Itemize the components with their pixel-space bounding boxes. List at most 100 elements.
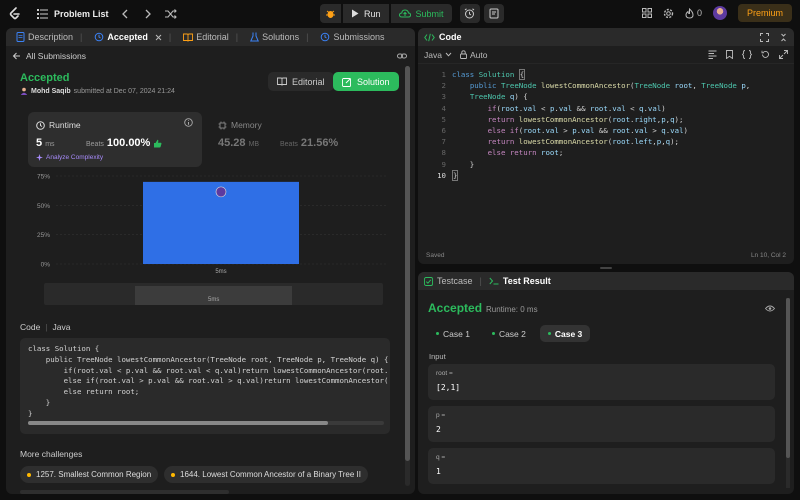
chart-range-slider[interactable]: 5ms (44, 283, 383, 305)
tab-editorial[interactable]: Editorial | (179, 28, 242, 46)
result-runtime: Runtime: 0 ms (486, 305, 538, 314)
document-icon (16, 32, 25, 42)
submit-button[interactable]: Submit (390, 4, 452, 23)
line-number: 1 (441, 70, 446, 79)
eye-icon[interactable] (765, 305, 775, 312)
test-panel-scrollbar[interactable] (786, 298, 790, 488)
left-tab-bar: Description | Accepted | Editorial | Sol… (6, 28, 415, 46)
tab-divider: | (80, 32, 83, 42)
code-editor[interactable]: 1 2 3 4 5 6 7 8 9 10 class Solution { public Tree… (418, 69, 794, 229)
run-button[interactable]: Run (343, 4, 389, 23)
user-avatar[interactable] (712, 6, 727, 20)
tab-submissions[interactable]: Submissions (316, 28, 388, 46)
y-tick-label: 25% (37, 232, 50, 239)
code-section-label: Code | Java (20, 322, 71, 332)
link-icon[interactable] (397, 52, 407, 60)
case-tab-3[interactable]: Case 3 (539, 325, 591, 342)
grid-layout-icon[interactable] (641, 8, 652, 18)
user-marker-avatar (215, 186, 227, 198)
braces-icon[interactable] (742, 50, 752, 59)
timer-button[interactable] (459, 4, 480, 23)
fire-icon (685, 7, 694, 19)
editor-status-bar: Saved Ln 10, Col 2 (418, 252, 794, 264)
tab-label: Submissions (333, 32, 385, 42)
note-icon (489, 8, 499, 19)
code-panel-title: Code (439, 32, 462, 42)
checkbox-icon (424, 276, 433, 286)
analyze-complexity-link[interactable]: Analyze Complexity (36, 154, 103, 161)
tab-testcase[interactable]: Testcase (424, 276, 473, 286)
runtime-beats: Beats 100.00% (86, 137, 162, 149)
runtime-card[interactable]: Runtime 5 ms Beats 100.00% Analyze Comple… (28, 112, 202, 167)
debug-button[interactable] (320, 4, 341, 23)
close-icon[interactable] (155, 34, 162, 41)
submitted-time: submitted at Dec 07, 2024 21:24 (73, 87, 175, 95)
left-vertical-scrollbar[interactable] (405, 66, 410, 486)
panel-resize-handle[interactable] (600, 267, 612, 269)
test-result-panel: Testcase | Test Result Accepted Runtime:… (418, 272, 794, 494)
chip-icon (218, 121, 227, 130)
premium-button[interactable]: Premium (737, 4, 792, 22)
author-name[interactable]: Mohd Saqib (31, 88, 71, 95)
problem-list-button[interactable]: Problem List (37, 8, 109, 19)
pass-dot (491, 332, 495, 335)
tab-label: Editorial (196, 32, 229, 42)
tab-description[interactable]: Description | (12, 28, 86, 46)
gear-icon[interactable] (663, 8, 674, 19)
submission-meta: Mohd Saqib submitted at Dec 07, 2024 21:… (20, 87, 175, 95)
code-horizontal-scrollbar[interactable] (28, 421, 384, 425)
auto-mode-toggle[interactable]: Auto (460, 50, 487, 60)
input-q[interactable]: q = 1 (428, 448, 775, 484)
tab-accepted[interactable]: Accepted | (90, 28, 175, 46)
line-number: 6 (441, 126, 446, 136)
submitted-code-block[interactable]: class Solution { public TreeNode lowestC… (20, 338, 390, 434)
alarm-clock-icon (464, 8, 475, 19)
line-number: 10 (437, 170, 446, 180)
editor-toolbar: Java Auto (418, 46, 794, 64)
solution-button[interactable]: Solution (333, 72, 399, 91)
difficulty-dot (171, 472, 175, 477)
bookmark-icon[interactable] (726, 50, 733, 59)
y-tick-label: 0% (41, 262, 51, 269)
maximize-icon[interactable] (760, 32, 769, 42)
case-tab-1[interactable]: Case 1 (428, 325, 478, 342)
runtime-value: 5 ms (36, 137, 55, 149)
clock-icon (320, 32, 330, 42)
y-tick-label: 75% (37, 174, 50, 181)
input-label: Input (429, 352, 446, 361)
fullscreen-icon[interactable] (779, 50, 788, 59)
tab-solutions[interactable]: Solutions | (246, 28, 312, 46)
list-icon (37, 8, 48, 19)
all-submissions-label: All Submissions (26, 51, 86, 61)
memory-card[interactable]: Memory 45.28 MB Beats 21.56% (210, 112, 390, 167)
case-tab-2[interactable]: Case 2 (484, 325, 534, 342)
tab-test-result[interactable]: Test Result (489, 276, 551, 286)
collapse-icon[interactable] (779, 33, 788, 42)
reset-icon[interactable] (761, 50, 770, 59)
chevron-left-icon[interactable] (118, 7, 132, 21)
input-p[interactable]: p = 2 (428, 406, 775, 442)
info-icon[interactable] (184, 118, 193, 127)
horizontal-scrollbar[interactable] (20, 490, 229, 494)
format-icon[interactable] (708, 50, 717, 59)
save-status: Saved (426, 252, 445, 259)
line-number: 5 (441, 114, 446, 124)
language-select[interactable]: Java (424, 50, 452, 60)
streak-counter[interactable]: 0 (685, 7, 702, 19)
line-number: 4 (441, 103, 446, 113)
notes-button[interactable] (483, 4, 504, 23)
line-number: 8 (441, 148, 446, 158)
all-submissions-link[interactable]: All Submissions (6, 46, 415, 66)
challenge-chip[interactable]: 1644. Lowest Common Ancestor of a Binary… (164, 466, 368, 483)
shuffle-icon[interactable] (164, 7, 178, 21)
leetcode-logo-icon[interactable] (8, 6, 22, 21)
book-icon (183, 33, 194, 42)
challenge-chip[interactable]: 1257. Smallest Common Region (20, 466, 159, 483)
editorial-button[interactable]: Editorial (268, 72, 334, 91)
code-editor-panel: Code Java Auto 1 2 3 4 5 6 7 8 9 10 class Solutio… (418, 28, 794, 264)
input-root[interactable]: root = [2,1] (428, 364, 775, 400)
chart-range-label: 5ms (208, 297, 220, 303)
editor-code[interactable]: class Solution { public TreeNode lowestC… (452, 69, 750, 181)
chevron-right-icon[interactable] (141, 7, 155, 21)
tab-divider: | (168, 32, 172, 42)
